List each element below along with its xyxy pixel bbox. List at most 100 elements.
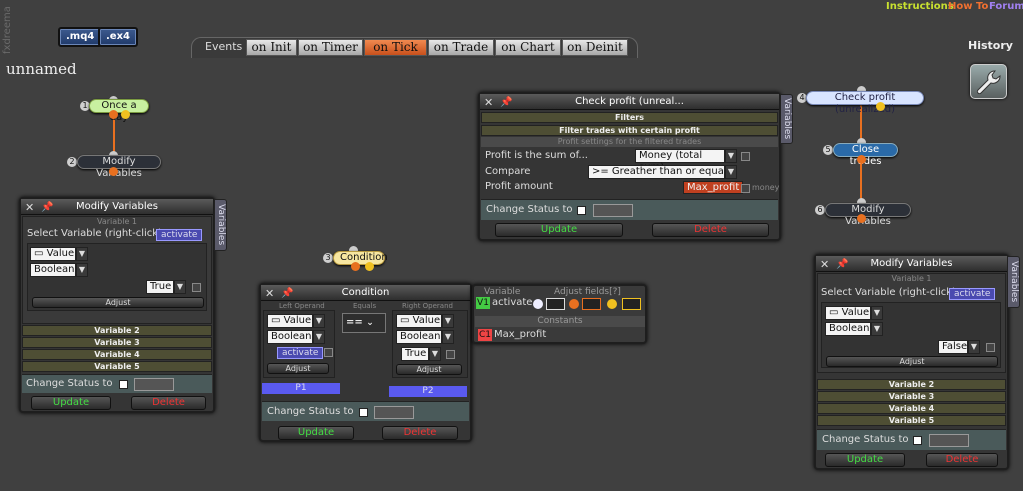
money-checkbox[interactable] <box>741 184 750 193</box>
chevron-down-icon[interactable]: ▼ <box>725 165 737 179</box>
close-icon[interactable]: ✕ <box>25 200 34 215</box>
output-dot-alt[interactable] <box>121 110 130 119</box>
chevron-down-icon[interactable]: ▼ <box>313 330 325 344</box>
status-checkbox[interactable] <box>119 380 128 389</box>
status-checkbox[interactable] <box>577 206 586 215</box>
profit-amount-value[interactable]: Max_profit <box>683 181 744 194</box>
tab-on-tick[interactable]: on Tick <box>364 39 427 56</box>
variable-5-bar[interactable]: Variable 5 <box>817 415 1006 426</box>
chevron-down-icon[interactable]: ▼ <box>725 149 737 163</box>
wrench-icon[interactable] <box>970 64 1007 99</box>
chevron-down-icon[interactable]: ▼ <box>442 330 454 344</box>
ex4-button[interactable]: .ex4 <box>98 27 138 47</box>
node-modify-variables-2[interactable]: Modify Variables <box>825 203 911 227</box>
status-field[interactable] <box>134 378 174 391</box>
tab-on-timer[interactable]: on Timer <box>298 39 363 56</box>
profit-sum-select[interactable]: Money (total sum) <box>635 149 725 173</box>
left-type-select[interactable]: ▭ Value <box>267 314 313 328</box>
variable-badge[interactable]: activate <box>949 288 996 300</box>
variable-5-bar[interactable]: Variable 5 <box>22 361 212 372</box>
right-value-select[interactable]: True <box>401 347 429 361</box>
update-button[interactable]: Update <box>278 426 354 440</box>
variables-side-tab[interactable]: Variables <box>1007 256 1020 308</box>
status-field[interactable] <box>593 204 633 217</box>
variable-3-bar[interactable]: Variable 3 <box>817 391 1006 402</box>
status-field[interactable] <box>929 434 969 447</box>
adjust-button[interactable]: Adjust <box>267 363 329 374</box>
close-icon[interactable]: ✕ <box>820 257 829 272</box>
variable-4-bar[interactable]: Variable 4 <box>22 349 212 360</box>
pin-icon[interactable]: 📌 <box>281 286 293 301</box>
close-icon[interactable]: ✕ <box>265 286 274 301</box>
node-once-a-day[interactable]: Once a day <box>89 99 149 123</box>
adjust-button[interactable]: Adjust <box>32 297 204 308</box>
adjust-button[interactable]: Adjust <box>396 364 462 375</box>
output-dot-alt[interactable] <box>876 102 885 111</box>
chevron-down-icon[interactable]: ▼ <box>871 322 883 336</box>
circle-orange-icon[interactable] <box>569 299 579 309</box>
chevron-down-icon[interactable]: ▼ <box>429 347 441 361</box>
status-field[interactable] <box>374 406 414 419</box>
update-button[interactable]: Update <box>825 453 905 467</box>
output-dot[interactable] <box>109 110 118 119</box>
variable-4-bar[interactable]: Variable 4 <box>817 403 1006 414</box>
output-dot[interactable] <box>857 155 866 164</box>
mq4-button[interactable]: .mq4 <box>58 27 103 47</box>
variable-2-bar[interactable]: Variable 2 <box>817 379 1006 390</box>
right-boolean-select[interactable]: Boolean <box>396 330 442 344</box>
delete-button[interactable]: Delete <box>382 426 458 440</box>
chevron-down-icon[interactable]: ▼ <box>174 280 186 294</box>
forum-link[interactable]: Forum <box>989 0 1023 13</box>
field-box-yellow[interactable] <box>622 298 641 310</box>
chevron-down-icon[interactable]: ▼ <box>313 314 325 328</box>
type-select[interactable]: ▭ Value <box>30 247 76 261</box>
circle-white-icon[interactable] <box>533 299 543 309</box>
select-variable-label[interactable]: Select Variable (right-click) <box>27 228 162 239</box>
value-select[interactable]: True <box>146 280 174 294</box>
adjust-button[interactable]: Adjust <box>826 356 998 367</box>
pin-icon[interactable]: 📌 <box>500 95 512 110</box>
node-modify-variables[interactable]: Modify Variables <box>77 155 161 179</box>
close-icon[interactable]: ✕ <box>484 95 493 110</box>
instructions-link[interactable]: Instructions <box>886 0 954 13</box>
history-link[interactable]: History <box>968 39 1013 52</box>
operator-select[interactable]: == ⌄ <box>342 313 386 333</box>
variable-badge[interactable]: activate <box>156 229 203 241</box>
tab-on-trade[interactable]: on Trade <box>428 39 494 56</box>
variable-3-bar[interactable]: Variable 3 <box>22 337 212 348</box>
howto-link[interactable]: How To <box>948 0 988 13</box>
checkbox[interactable] <box>192 283 201 292</box>
update-button[interactable]: Update <box>495 223 623 237</box>
checkbox[interactable] <box>986 343 995 352</box>
right-type-select[interactable]: ▭ Value <box>396 314 442 328</box>
adjust-fields-label[interactable]: Adjust fields[?] <box>554 287 621 297</box>
type-select[interactable]: ▭ Value <box>825 306 871 320</box>
output-dot[interactable] <box>857 214 866 223</box>
pin-icon[interactable]: 📌 <box>836 257 848 272</box>
tab-on-deinit[interactable]: on Deinit <box>562 39 628 56</box>
delete-button[interactable]: Delete <box>131 396 206 410</box>
variables-side-tab[interactable]: Variables <box>780 94 793 144</box>
project-title[interactable]: unnamed <box>6 60 77 78</box>
output-dot[interactable] <box>351 262 360 271</box>
chevron-down-icon[interactable]: ▼ <box>871 306 883 320</box>
param-p2[interactable]: P2 <box>389 386 467 397</box>
variable-2-bar[interactable]: Variable 2 <box>22 325 212 336</box>
delete-button[interactable]: Delete <box>926 453 998 467</box>
chevron-down-icon[interactable]: ▼ <box>76 263 88 277</box>
variables-side-tab[interactable]: Variables <box>214 199 227 251</box>
chevron-down-icon[interactable]: ▼ <box>968 340 980 354</box>
param-p1[interactable]: P1 <box>262 383 340 394</box>
checkbox[interactable] <box>741 152 750 161</box>
boolean-select[interactable]: Boolean <box>30 263 76 277</box>
delete-button[interactable]: Delete <box>652 223 769 237</box>
tab-on-init[interactable]: on Init <box>246 39 297 56</box>
field-box-orange[interactable] <box>582 298 601 310</box>
node-check-profit[interactable]: Check profit (unrealized) <box>806 91 924 115</box>
status-checkbox[interactable] <box>359 408 368 417</box>
circle-yellow-icon[interactable] <box>607 299 617 309</box>
value-select[interactable]: False <box>938 340 968 354</box>
output-dot-alt[interactable] <box>365 262 374 271</box>
field-box[interactable] <box>546 298 565 310</box>
update-button[interactable]: Update <box>31 396 111 410</box>
